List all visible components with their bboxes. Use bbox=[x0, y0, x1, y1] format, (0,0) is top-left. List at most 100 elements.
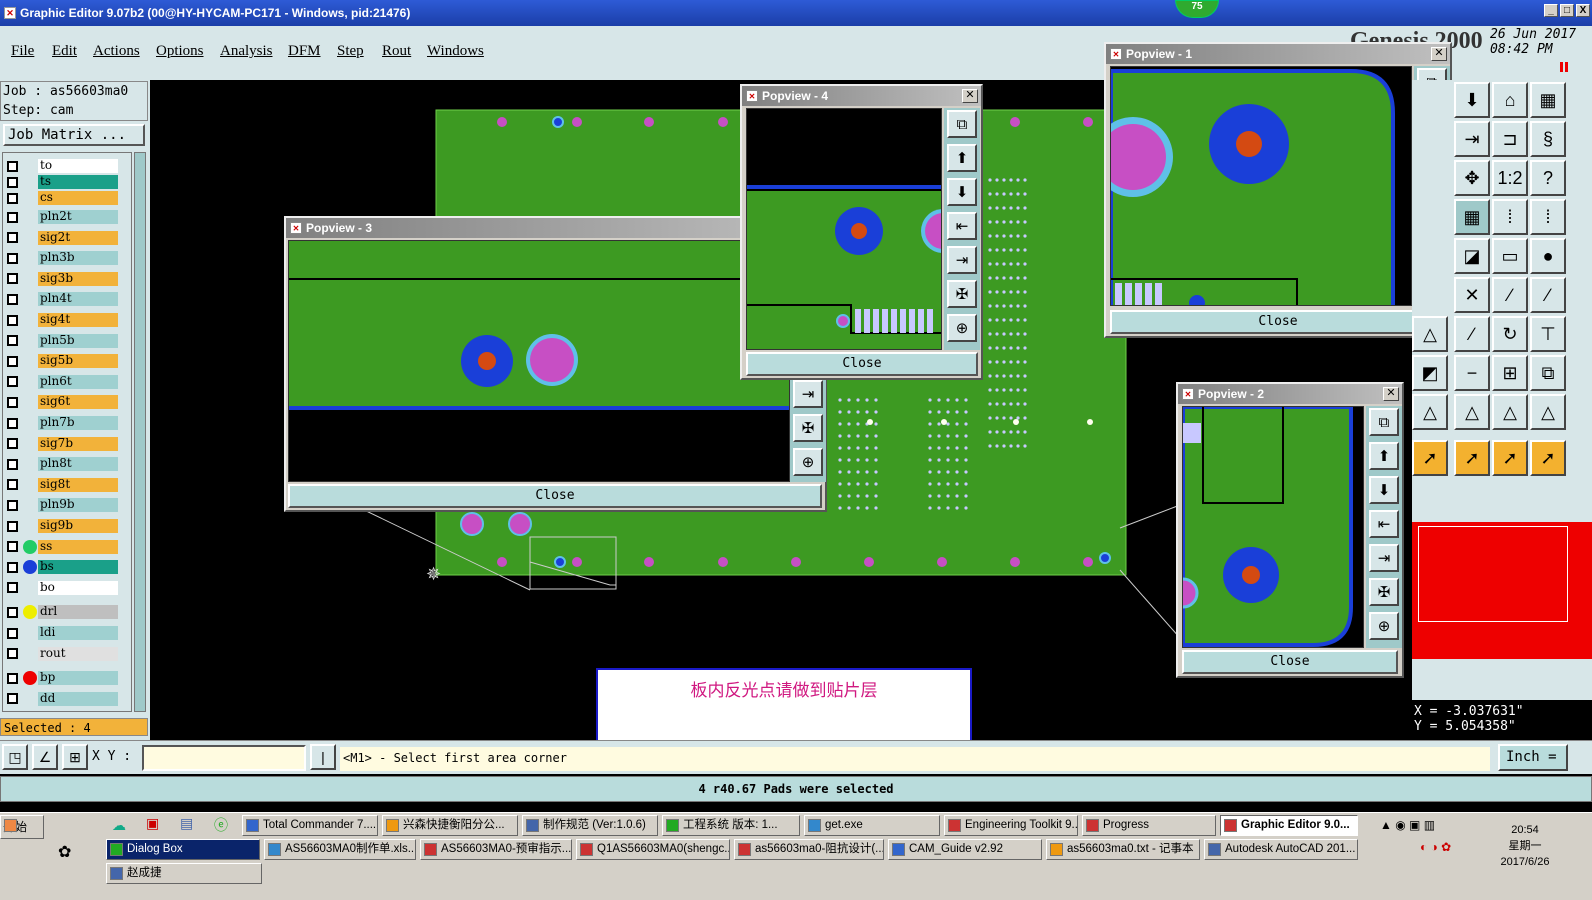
select-red-icon[interactable]: ◩ bbox=[1412, 355, 1448, 391]
layer-scrollbar[interactable] bbox=[134, 152, 146, 712]
drill-map-icon[interactable]: ⁞ bbox=[1492, 199, 1528, 235]
zoom-next-icon[interactable]: ⇥ bbox=[793, 380, 823, 408]
pdf-icon[interactable]: ▣ bbox=[146, 815, 159, 832]
layer-row-dd[interactable]: dd bbox=[3, 691, 131, 707]
taskbar-button[interactable]: Dialog Box bbox=[106, 839, 260, 860]
fit-view-icon[interactable]: ✠ bbox=[947, 280, 977, 308]
popview-x-button[interactable]: ✕ bbox=[1383, 387, 1399, 401]
pan-icon[interactable]: ⊕ bbox=[1369, 612, 1399, 640]
xy-input[interactable] bbox=[142, 745, 306, 771]
pad-icon[interactable]: ● bbox=[1530, 238, 1566, 274]
layer-row-pln9b[interactable]: pln9b bbox=[3, 497, 131, 513]
snap-grid-icon[interactable]: ⊞ bbox=[62, 744, 88, 770]
menu-actions[interactable]: Actions bbox=[93, 43, 140, 60]
layer-checkbox[interactable] bbox=[7, 293, 18, 305]
taskbar-button[interactable]: Q1AS56603MA0(shengc... bbox=[576, 839, 730, 860]
layer-checkbox[interactable] bbox=[7, 314, 18, 326]
layer-checkbox[interactable] bbox=[7, 458, 18, 470]
layer-checkbox[interactable] bbox=[7, 627, 18, 639]
layer-row-pln5b[interactable]: pln5b bbox=[3, 333, 131, 349]
popview-close-button[interactable]: Close bbox=[288, 484, 822, 508]
layer-row-sig4t[interactable]: sig4t bbox=[3, 312, 131, 328]
layer-name[interactable]: sig4t bbox=[38, 313, 118, 327]
scale-icon[interactable]: 1:2 bbox=[1492, 160, 1528, 196]
layer-row-rout[interactable]: rout bbox=[3, 646, 131, 662]
angle-icon[interactable]: ∠ bbox=[32, 744, 58, 770]
taskbar-button[interactable]: 赵成捷 bbox=[106, 863, 262, 884]
layer-row-sig8t[interactable]: sig8t bbox=[3, 477, 131, 493]
layer-row-ldi[interactable]: ldi bbox=[3, 625, 131, 641]
layer-checkbox[interactable] bbox=[7, 376, 18, 388]
polygon-icon[interactable]: △ bbox=[1412, 394, 1448, 430]
taskbar-button[interactable]: get.exe bbox=[804, 815, 940, 836]
layer-row-ss[interactable]: ss bbox=[3, 539, 131, 555]
taskbar-button[interactable]: Engineering Toolkit 9... bbox=[944, 815, 1078, 836]
start-button[interactable]: 开始 bbox=[0, 815, 44, 839]
polygon3-icon[interactable]: △ bbox=[1492, 394, 1528, 430]
layer-name[interactable]: sig3b bbox=[38, 271, 118, 286]
layer-name[interactable]: pln4t bbox=[38, 292, 118, 307]
quicklaunch-icon[interactable]: ✿ bbox=[58, 842, 71, 862]
layer-name[interactable]: ts bbox=[38, 175, 118, 189]
maximize-button[interactable]: □ bbox=[1560, 4, 1574, 17]
layer-name[interactable]: bp bbox=[38, 671, 118, 686]
copy-icon[interactable]: ⧉ bbox=[1530, 355, 1566, 391]
drill-map2-icon[interactable]: ⁞ bbox=[1530, 199, 1566, 235]
system-clock[interactable]: 20:54 星期一 2017/6/26 bbox=[1495, 822, 1555, 870]
layer-name[interactable]: sig7b bbox=[38, 436, 118, 451]
browser-icon[interactable]: ⓔ bbox=[214, 815, 228, 835]
popview-close-button[interactable]: Close bbox=[1110, 310, 1446, 334]
layer-row-sig2t[interactable]: sig2t bbox=[3, 230, 131, 246]
layer-row-cs[interactable]: cs bbox=[3, 190, 131, 206]
taskbar-button[interactable]: as56603ma0-阻抗设计(... bbox=[734, 839, 884, 860]
layer-row-to[interactable]: to bbox=[3, 158, 131, 174]
ruler-icon[interactable]: ▭ bbox=[1492, 238, 1528, 274]
layer-checkbox[interactable] bbox=[7, 252, 18, 264]
layer-checkbox[interactable] bbox=[7, 648, 18, 660]
move-icon[interactable]: ✥ bbox=[1454, 160, 1490, 196]
layer-row-ts[interactable]: ts bbox=[3, 174, 131, 190]
layer-row-sig3b[interactable]: sig3b bbox=[3, 271, 131, 287]
layer-name[interactable]: cs bbox=[38, 191, 118, 205]
tray-icons[interactable]: ▲ ◉ ▣ ▥ bbox=[1380, 818, 1435, 832]
layer-name[interactable]: sig8t bbox=[38, 477, 118, 492]
layer-name[interactable]: pln5b bbox=[38, 333, 118, 348]
zoom-prev-icon[interactable]: ⇤ bbox=[947, 212, 977, 240]
layer-checkbox[interactable] bbox=[7, 520, 18, 532]
layer-row-pln7b[interactable]: pln7b bbox=[3, 415, 131, 431]
layout-icon[interactable]: ▦ bbox=[1530, 82, 1566, 118]
taskbar-button[interactable]: as56603ma0.txt - 记事本 bbox=[1046, 839, 1200, 860]
layer-name[interactable]: sig5b bbox=[38, 354, 118, 369]
zoom-window-icon[interactable]: ⧉ bbox=[1369, 408, 1399, 436]
units-selector[interactable]: Inch = bbox=[1498, 744, 1568, 771]
layer-name[interactable]: dd bbox=[38, 691, 118, 706]
layer-checkbox[interactable] bbox=[7, 541, 18, 553]
taskbar-button[interactable]: 工程系统 版本: 1... bbox=[662, 815, 800, 836]
layer-checkbox[interactable] bbox=[7, 396, 18, 408]
popview-viewport[interactable] bbox=[288, 240, 790, 482]
layer-checkbox[interactable] bbox=[7, 355, 18, 367]
menu-options[interactable]: Options bbox=[156, 43, 204, 60]
taskbar-button[interactable]: Graphic Editor 9.0... bbox=[1220, 815, 1358, 836]
zoom-out-icon[interactable]: ⬇ bbox=[1369, 476, 1399, 504]
pointer-area-icon[interactable]: ➚ bbox=[1492, 440, 1528, 476]
layer-name[interactable]: sig6t bbox=[38, 395, 118, 410]
layer-name[interactable]: pln7b bbox=[38, 416, 118, 430]
layer-name[interactable]: pln6t bbox=[38, 374, 118, 389]
layer-checkbox[interactable] bbox=[7, 232, 18, 244]
minus-icon[interactable]: − bbox=[1454, 355, 1490, 391]
menu-edit[interactable]: Edit bbox=[52, 43, 77, 60]
home-icon[interactable]: ⌂ bbox=[1492, 82, 1528, 118]
job-matrix-button[interactable]: Job Matrix ... bbox=[3, 124, 145, 146]
layer-name[interactable]: drl bbox=[38, 605, 118, 620]
layer-checkbox[interactable] bbox=[7, 499, 18, 511]
layer-row-bs[interactable]: bs bbox=[3, 559, 131, 575]
popview-close-button[interactable]: Close bbox=[1182, 650, 1398, 674]
feature-icon[interactable]: ⬇ bbox=[1454, 82, 1490, 118]
triangle-tool-icon[interactable]: △ bbox=[1412, 316, 1448, 352]
layer-checkbox[interactable] bbox=[7, 211, 18, 223]
layer-checkbox[interactable] bbox=[7, 479, 18, 491]
layer-row-bp[interactable]: bp bbox=[3, 670, 131, 686]
quicklaunch-icon[interactable]: ☁ bbox=[112, 817, 126, 834]
layer-name[interactable]: sig9b bbox=[38, 519, 118, 533]
